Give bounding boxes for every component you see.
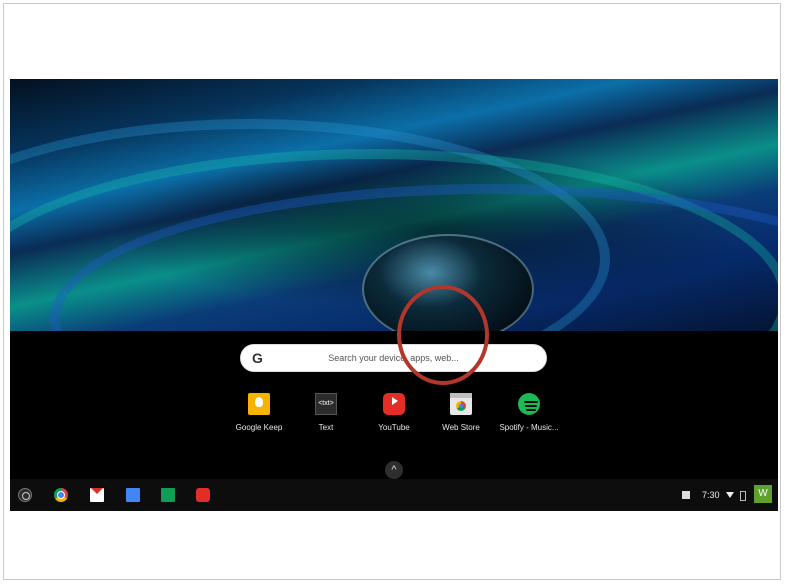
app-spotify[interactable]: Spotify - Music...: [487, 393, 571, 432]
clock: 7:30: [702, 490, 720, 500]
wifi-icon: [726, 492, 734, 498]
highlight-circle: [397, 285, 489, 385]
peacock-feather-wallpaper: [10, 79, 778, 331]
chrome-icon[interactable]: [54, 488, 68, 502]
notification-icon: [682, 491, 690, 499]
text-editor-icon: <txt>: [315, 393, 337, 415]
expand-apps-chevron-up-icon[interactable]: ^: [385, 461, 403, 479]
gmail-icon[interactable]: [90, 488, 104, 502]
youtube-icon[interactable]: [196, 488, 210, 502]
spotify-icon: [518, 393, 540, 415]
app-launcher: G Search your device, apps, web... Googl…: [10, 331, 778, 479]
avatar: W: [754, 485, 772, 503]
search-box[interactable]: G Search your device, apps, web...: [240, 344, 547, 372]
docs-icon[interactable]: [126, 488, 140, 502]
google-keep-icon: [248, 393, 270, 415]
launcher-icon[interactable]: [18, 488, 32, 502]
sheets-icon[interactable]: [161, 488, 175, 502]
status-tray[interactable]: 7:30 W: [682, 485, 772, 505]
battery-icon: [740, 491, 746, 501]
shelf: 7:30 W: [10, 479, 778, 511]
search-placeholder: Search your device, apps, web...: [328, 353, 459, 363]
youtube-icon: [383, 393, 405, 415]
app-label: Spotify - Music...: [499, 423, 559, 432]
chromebook-screen: G Search your device, apps, web... Googl…: [10, 79, 778, 511]
web-store-icon: [450, 393, 472, 415]
